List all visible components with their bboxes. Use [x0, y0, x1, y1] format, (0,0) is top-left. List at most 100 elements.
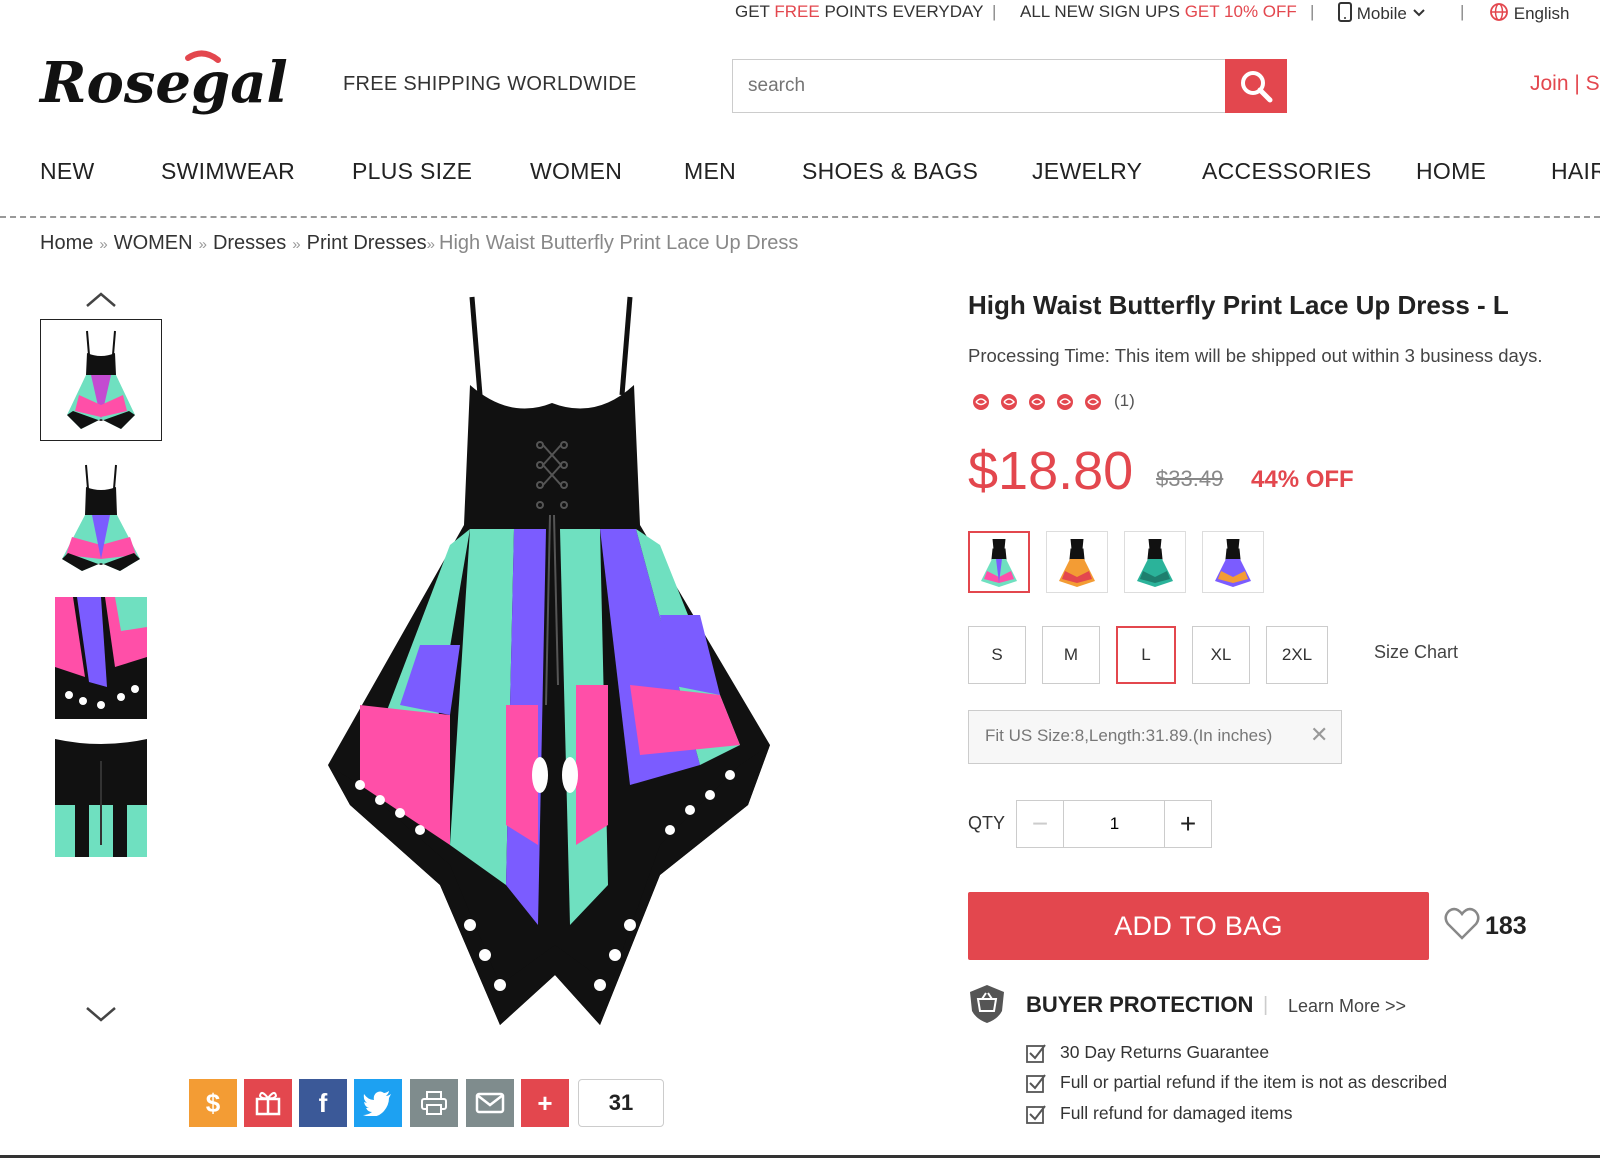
- nav-item-plus-size[interactable]: PLUS SIZE: [352, 158, 472, 185]
- mobile-link[interactable]: Mobile: [1338, 2, 1426, 24]
- qty-decrement-button[interactable]: −: [1016, 800, 1064, 848]
- topbar-separator: |: [1460, 2, 1465, 21]
- rose-rating-icon: [1057, 394, 1073, 410]
- signup-prefix: ALL NEW SIGN UPS: [1020, 2, 1185, 21]
- nav-item-accessories[interactable]: ACCESSORIES: [1202, 158, 1371, 185]
- earn-money-icon: $: [205, 1087, 221, 1118]
- signup-promo[interactable]: ALL NEW SIGN UPS GET 10% OFF: [1020, 2, 1297, 22]
- breadcrumb-women[interactable]: WOMEN: [114, 232, 193, 254]
- topbar-separator: |: [992, 2, 997, 21]
- rose-rating-icon: [973, 394, 989, 410]
- protection-item-label: Full refund for damaged items: [1060, 1103, 1293, 1123]
- breadcrumb-print-dresses[interactable]: Print Dresses: [307, 232, 427, 254]
- gift-icon: [255, 1092, 281, 1116]
- heart-icon[interactable]: [1444, 907, 1480, 941]
- more-share-button[interactable]: +: [521, 1079, 569, 1127]
- size-option-l[interactable]: L: [1116, 626, 1176, 684]
- points-free: FREE: [774, 2, 820, 21]
- color-swatch-4[interactable]: [1202, 531, 1264, 593]
- size-option-xl[interactable]: XL: [1192, 626, 1250, 684]
- product-main-image[interactable]: [300, 285, 820, 1025]
- dress-thumbnail-image: [67, 330, 135, 429]
- signup-offer: GET 10% OFF: [1184, 2, 1297, 21]
- main-nav: NEW SWIMWEAR PLUS SIZE WOMEN MEN SHOES &…: [0, 158, 1600, 200]
- checkbox-checked-icon: [1026, 1043, 1046, 1063]
- thumb-down-arrow-icon[interactable]: [84, 1004, 118, 1024]
- size-chart-link[interactable]: Size Chart: [1374, 642, 1458, 663]
- join-signin-link[interactable]: Join | S: [1530, 72, 1600, 96]
- protection-item: Full or partial refund if the item is no…: [1026, 1072, 1447, 1093]
- sale-price: $18.80: [968, 441, 1134, 501]
- nav-item-home[interactable]: HOME: [1416, 158, 1486, 185]
- free-shipping-tagline: FREE SHIPPING WORLDWIDE: [343, 73, 637, 95]
- breadcrumb: Home» WOMEN» Dresses» Print Dresses» High Wa…: [40, 232, 798, 255]
- points-prefix: GET: [735, 2, 775, 21]
- color-swatch-image: [1059, 538, 1095, 587]
- thumb-up-arrow-icon[interactable]: [84, 290, 118, 310]
- original-price: $33.49: [1156, 466, 1224, 491]
- protection-item: 30 Day Returns Guarantee: [1026, 1042, 1269, 1063]
- breadcrumb-separator: »: [426, 236, 436, 253]
- nav-item-men[interactable]: MEN: [684, 158, 736, 185]
- checkbox-checked-icon: [1026, 1104, 1046, 1124]
- points-promo[interactable]: GET FREE POINTS EVERYDAY: [735, 2, 983, 22]
- thumbnail-4[interactable]: [40, 735, 162, 857]
- share-count: 31: [578, 1079, 664, 1127]
- thumbnail-2[interactable]: [40, 457, 162, 579]
- learn-more-link[interactable]: Learn More >>: [1288, 996, 1406, 1017]
- color-swatch-2[interactable]: [1046, 531, 1108, 593]
- color-swatch-3[interactable]: [1124, 531, 1186, 593]
- chevron-down-icon: [1412, 9, 1425, 17]
- gift-button[interactable]: [244, 1079, 292, 1127]
- nav-item-women[interactable]: WOMEN: [530, 158, 622, 185]
- color-swatch-1[interactable]: [968, 531, 1030, 593]
- size-option-s[interactable]: S: [968, 626, 1026, 684]
- size-option-2xl[interactable]: 2XL: [1266, 626, 1328, 684]
- print-icon: [421, 1091, 447, 1115]
- earn-money-button[interactable]: $: [189, 1079, 237, 1127]
- thumbnail-3[interactable]: [40, 597, 162, 719]
- product-title: High Waist Butterfly Print Lace Up Dress…: [968, 290, 1509, 320]
- search-icon: [1241, 71, 1273, 103]
- nav-item-hair[interactable]: HAIR: [1551, 158, 1600, 185]
- twitter-share-button[interactable]: [354, 1079, 402, 1127]
- size-option-m[interactable]: M: [1042, 626, 1100, 684]
- rating-stars: [968, 392, 1106, 412]
- breadcrumb-home[interactable]: Home: [40, 232, 93, 254]
- topbar-separator: |: [1310, 2, 1315, 21]
- dress-back-thumbnail-image: [55, 739, 147, 857]
- breadcrumb-dresses[interactable]: Dresses: [213, 232, 286, 254]
- rose-rating-icon: [1029, 394, 1045, 410]
- buyer-protection-separator: |: [1263, 994, 1269, 1016]
- qty-input[interactable]: [1064, 800, 1165, 848]
- color-swatch-image: [981, 538, 1017, 587]
- language-selector[interactable]: English: [1489, 2, 1570, 24]
- discount-badge: 44% OFF: [1251, 466, 1354, 493]
- print-button[interactable]: [410, 1079, 458, 1127]
- mobile-label: Mobile: [1356, 4, 1407, 23]
- nav-item-new[interactable]: NEW: [40, 158, 95, 185]
- nav-item-shoes-bags[interactable]: SHOES & BAGS: [802, 158, 978, 185]
- breadcrumb-current: High Waist Butterfly Print Lace Up Dress: [439, 232, 799, 254]
- qty-increment-button[interactable]: +: [1164, 800, 1212, 848]
- rosegal-logo[interactable]: Rosegal: [38, 40, 318, 130]
- close-icon[interactable]: ✕: [1310, 722, 1328, 748]
- facebook-share-button[interactable]: f: [299, 1079, 347, 1127]
- nav-item-jewelry[interactable]: JEWELRY: [1032, 158, 1142, 185]
- protection-item: Full refund for damaged items: [1026, 1103, 1292, 1124]
- globe-icon: [1490, 3, 1508, 21]
- protection-item-label: 30 Day Returns Guarantee: [1060, 1042, 1270, 1062]
- search-input[interactable]: [732, 59, 1226, 113]
- shield-basket-icon: [970, 985, 1004, 1023]
- add-to-bag-button[interactable]: ADD TO BAG: [968, 892, 1429, 960]
- plus-icon: +: [537, 1087, 553, 1118]
- email-share-button[interactable]: [466, 1079, 514, 1127]
- points-suffix: POINTS EVERYDAY: [819, 2, 984, 21]
- review-count-link[interactable]: (1): [1114, 391, 1135, 411]
- fit-size-note: Fit US Size:8,Length:31.89.(In inches): [968, 710, 1342, 764]
- thumbnail-1[interactable]: [40, 319, 162, 441]
- nav-item-swimwear[interactable]: SWIMWEAR: [161, 158, 295, 185]
- twitter-icon: [363, 1091, 391, 1116]
- search-button[interactable]: [1225, 59, 1287, 113]
- favorite-count: 183: [1485, 912, 1527, 940]
